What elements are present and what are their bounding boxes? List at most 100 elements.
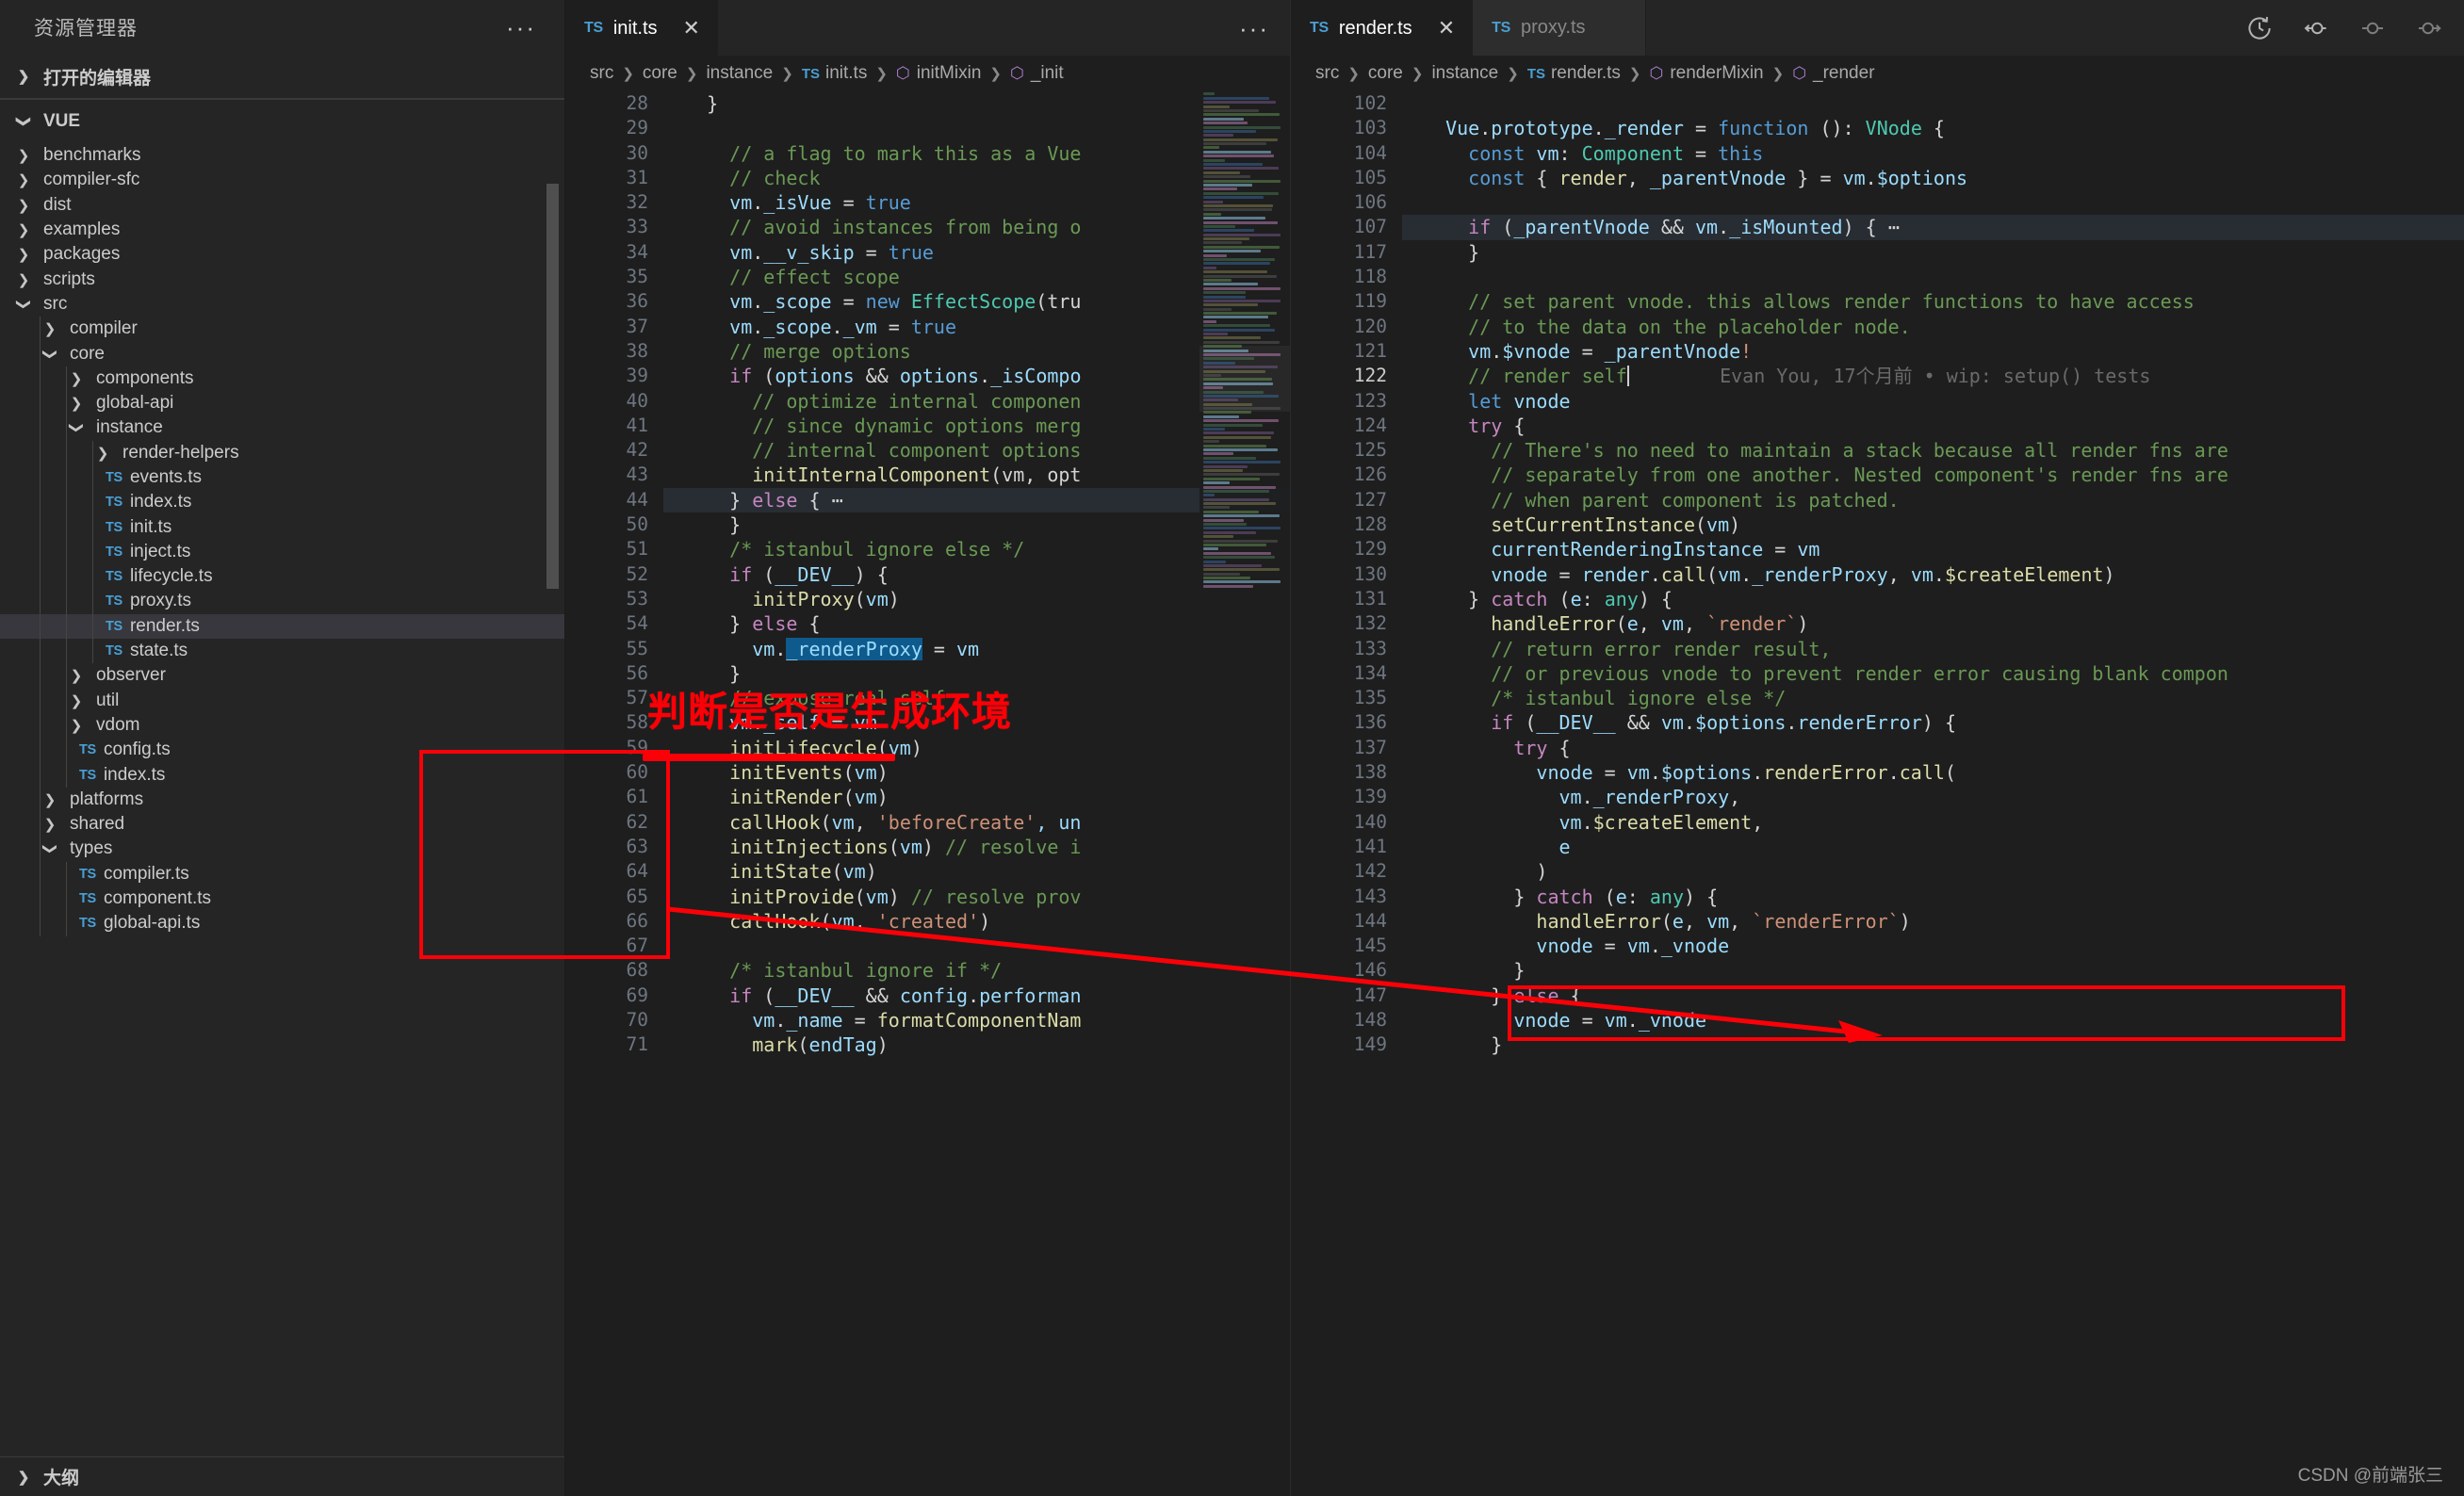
code-line[interactable]: vm.$vnode = _parentVnode! [1402, 339, 2464, 364]
code-line[interactable]: initState(vm) [663, 859, 1290, 884]
tree-file-proxy.ts[interactable]: TS proxy.ts [0, 589, 564, 614]
left-breadcrumb[interactable]: src ❯ core ❯ instance ❯ TS init.ts ❯ ⬡ initMixin ❯ ⬡… [565, 56, 1290, 91]
code-line[interactable]: } [663, 512, 1290, 537]
left-minimap[interactable] [1199, 91, 1290, 1496]
code-line[interactable]: /* istanbul ignore if */ [663, 958, 1290, 983]
code-line[interactable]: // optimize internal componen [663, 389, 1290, 414]
breadcrumb-item[interactable]: TS init.ts [802, 63, 868, 84]
tree-file-lifecycle.ts[interactable]: TS lifecycle.ts [0, 564, 564, 590]
code-line[interactable] [663, 116, 1290, 140]
breadcrumb-item[interactable]: src [1315, 63, 1339, 84]
code-line[interactable]: vm._scope = new EffectScope(tru [663, 289, 1290, 314]
outline-section[interactable]: 大纲 [0, 1456, 564, 1496]
right-code-lines[interactable]: Vue.prototype._render = function (): VNo… [1402, 91, 2464, 1496]
code-line[interactable]: // separately from one another. Nested c… [1402, 463, 2464, 487]
code-line[interactable]: callHook(vm, 'created') [663, 909, 1290, 934]
sidebar-scrollbar[interactable] [547, 184, 559, 589]
breadcrumb-item[interactable]: ⬡ renderMixin [1650, 63, 1764, 84]
code-line[interactable]: vm._scope._vm = true [663, 315, 1290, 339]
code-line[interactable]: vnode = vm.$options.renderError.call( [1402, 760, 2464, 785]
tree-folder-benchmarks[interactable]: benchmarks [0, 143, 564, 168]
breadcrumb-item[interactable]: instance [706, 63, 773, 84]
tree-folder-render-helpers[interactable]: render-helpers [0, 440, 564, 465]
split-editor-icon[interactable] [2358, 14, 2387, 42]
split-editor-left-icon[interactable] [2302, 14, 2330, 42]
code-line[interactable]: // return error render result, [1402, 637, 2464, 661]
code-line[interactable] [1402, 190, 2464, 215]
code-line[interactable]: } [663, 661, 1290, 686]
tree-file-inject.ts[interactable]: TS inject.ts [0, 539, 564, 565]
code-line[interactable]: const vm: Component = this [1402, 141, 2464, 166]
code-line[interactable]: try { [1402, 414, 2464, 438]
code-line[interactable]: // render self Evan You, 17个月前 • wip: se… [1402, 364, 2464, 388]
tree-folder-scripts[interactable]: scripts [0, 267, 564, 291]
right-tabbar[interactable]: TSrender.ts✕TSproxy.ts✕ [1291, 0, 2464, 56]
code-line[interactable]: handleError(e, vm, `renderError`) [1402, 909, 2464, 934]
code-line[interactable]: initEvents(vm) [663, 760, 1290, 785]
code-line[interactable]: vm._renderProxy, [1402, 785, 2464, 809]
code-line[interactable]: initLifecycle(vm) [663, 736, 1290, 760]
tab-render.ts[interactable]: TS render.ts ✕ [1291, 0, 1474, 56]
code-line[interactable]: mark(endTag) [663, 1033, 1290, 1057]
breadcrumb-item[interactable]: TS render.ts [1527, 63, 1621, 84]
code-line[interactable]: initRender(vm) [663, 785, 1290, 809]
code-line[interactable]: /* istanbul ignore else */ [1402, 686, 2464, 710]
code-line[interactable]: if (__DEV__ && config.performan [663, 984, 1290, 1008]
tree-file-state.ts[interactable]: TS state.ts [0, 638, 564, 664]
code-line[interactable]: vm.$createElement, [1402, 810, 2464, 835]
code-line[interactable]: } [1402, 240, 2464, 265]
breadcrumb-item[interactable]: ⬡ initMixin [896, 63, 981, 84]
code-line[interactable] [1402, 91, 2464, 116]
code-line[interactable]: initInjections(vm) // resolve i [663, 835, 1290, 859]
code-line[interactable] [1402, 265, 2464, 289]
timeline-icon[interactable] [2245, 14, 2274, 42]
code-line[interactable]: } [1402, 1033, 2464, 1057]
code-line[interactable]: if (__DEV__ && vm.$options.renderError) … [1402, 710, 2464, 735]
tree-folder-packages[interactable]: packages [0, 242, 564, 267]
code-line[interactable]: // a flag to mark this as a Vue [663, 141, 1290, 166]
tree-folder-core[interactable]: core [0, 341, 564, 366]
code-line[interactable]: vnode = vm._vnode [1402, 1008, 2464, 1033]
code-line[interactable]: ) [1402, 859, 2464, 884]
code-line[interactable]: vnode = vm._vnode [1402, 934, 2464, 958]
code-line[interactable]: // set parent vnode. this allows render … [1402, 289, 2464, 314]
tree-folder-global-api[interactable]: global-api [0, 390, 564, 416]
file-tree[interactable]: benchmarks compiler-sfc dist examples packag… [0, 143, 564, 1456]
tree-file-events.ts[interactable]: TS events.ts [0, 464, 564, 491]
code-line[interactable]: // when parent component is patched. [1402, 488, 2464, 512]
left-editor-more-icon[interactable]: ··· [1239, 16, 1269, 41]
code-line[interactable]: e [1402, 835, 2464, 859]
left-code-area[interactable]: 2829303132333435363738394041424344❯50515… [565, 91, 1290, 1496]
tree-folder-src[interactable]: src [0, 292, 564, 317]
tree-folder-platforms[interactable]: platforms [0, 787, 564, 813]
tree-folder-compiler-sfc[interactable]: compiler-sfc [0, 168, 564, 192]
tree-file-compiler.ts[interactable]: TS compiler.ts [0, 861, 564, 886]
tree-folder-vdom[interactable]: vdom [0, 712, 564, 739]
code-line[interactable]: } else { ⋯ [663, 487, 1290, 513]
code-line[interactable]: // merge options [663, 339, 1290, 364]
code-line[interactable]: // There's no need to maintain a stack b… [1402, 438, 2464, 463]
code-line[interactable]: vm._renderProxy = vm [663, 637, 1290, 661]
breadcrumb-item[interactable]: instance [1431, 63, 1498, 84]
tree-folder-examples[interactable]: examples [0, 218, 564, 242]
code-line[interactable]: // expose real self [663, 686, 1290, 710]
code-line[interactable]: vm._name = formatComponentNam [663, 1008, 1290, 1033]
code-line[interactable]: if (options && options._isCompo [663, 364, 1290, 388]
code-line[interactable]: const { render, _parentVnode } = vm.$opt… [1402, 166, 2464, 190]
code-line[interactable]: } catch (e: any) { [1402, 885, 2464, 909]
code-line[interactable]: } [663, 91, 1290, 116]
code-line[interactable]: // internal component options [663, 438, 1290, 463]
split-editor-right-icon[interactable] [2415, 14, 2443, 42]
tree-file-render.ts[interactable]: TS render.ts [0, 613, 564, 639]
tree-file-index.ts[interactable]: TS index.ts [0, 490, 564, 515]
tree-folder-util[interactable]: util [0, 688, 564, 713]
tree-folder-shared[interactable]: shared [0, 812, 564, 837]
breadcrumb-item[interactable]: src [590, 63, 613, 84]
open-editors-section[interactable]: 打开的编辑器 [0, 55, 564, 99]
tree-file-component.ts[interactable]: TS component.ts [0, 886, 564, 912]
tree-folder-dist[interactable]: dist [0, 193, 564, 218]
code-line[interactable]: if (__DEV__) { [663, 562, 1290, 587]
code-line[interactable]: if (_parentVnode && vm._isMounted) { ⋯ [1402, 215, 2464, 240]
explorer-more-icon[interactable]: ··· [506, 15, 536, 40]
code-line[interactable]: setCurrentInstance(vm) [1402, 512, 2464, 537]
